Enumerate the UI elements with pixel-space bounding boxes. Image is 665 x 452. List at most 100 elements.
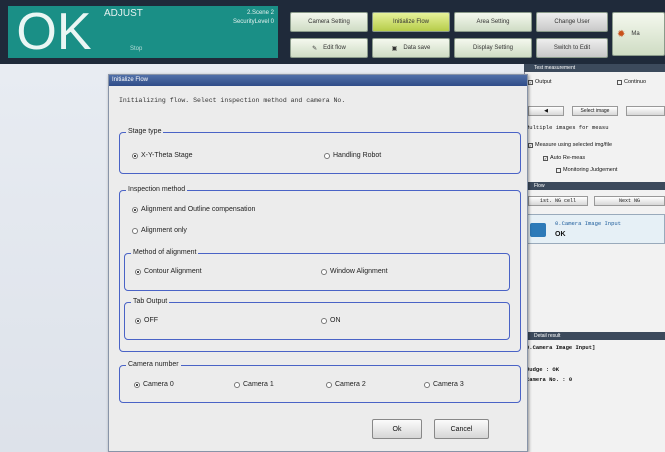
measure-selected-label: Measure using selected img/file xyxy=(535,142,613,148)
camera-number-label: Camera number xyxy=(126,361,181,368)
camera2-radio[interactable]: Camera 2 xyxy=(326,381,366,388)
stage-robot-label: Handling Robot xyxy=(333,152,382,159)
flow-tab-first-ng[interactable]: 1st. NG cell xyxy=(528,196,588,206)
prev-image-button[interactable]: ◀ xyxy=(528,106,564,116)
initialize-flow-dialog: Initialize Flow Initializing flow. Selec… xyxy=(108,74,528,452)
area-setting-button[interactable]: Area Setting xyxy=(454,12,532,32)
dialog-title: Initialize Flow xyxy=(109,75,527,86)
radio-icon xyxy=(321,317,327,324)
window-alignment-radio[interactable]: Window Alignment xyxy=(321,268,388,275)
output-label: Output xyxy=(535,79,552,85)
flow-tab-next-ng[interactable]: Next NG xyxy=(594,196,665,206)
measure-selected-checkbox[interactable]: ✓ Measure using selected img/file xyxy=(528,142,612,148)
data-save-button[interactable]: ▣ Data save xyxy=(372,38,450,58)
radio-icon xyxy=(324,152,330,159)
mode-label: ADJUST xyxy=(104,8,143,19)
camera2-label: Camera 2 xyxy=(335,381,366,388)
camera0-label: Camera 0 xyxy=(143,381,174,388)
auto-remeas-label: Auto Re-meas xyxy=(550,155,586,161)
detail-judge: Judge : OK xyxy=(526,366,560,373)
camera3-label: Camera 3 xyxy=(433,381,464,388)
tab-output-label: Tab Output xyxy=(131,298,170,305)
inspection-method-group: Inspection method Alignment and Outline … xyxy=(119,186,521,352)
camera1-radio[interactable]: Camera 1 xyxy=(234,381,274,388)
inspection-method-label: Inspection method xyxy=(126,186,188,193)
window-alignment-label: Window Alignment xyxy=(330,268,388,275)
continuous-label: Continuo xyxy=(624,79,647,85)
flow-item-title: 0.Camera Image Input xyxy=(555,220,622,227)
radio-selected-icon xyxy=(132,152,138,159)
arrow-left-icon: ◀ xyxy=(544,108,548,114)
scene-label: 2.Scene 2 xyxy=(246,10,274,16)
main-menu-label: Ma xyxy=(631,31,640,37)
save-icon: ▣ xyxy=(391,45,398,52)
flow-item[interactable]: 0.Camera Image Input OK xyxy=(526,214,665,244)
select-image-button[interactable]: Select image xyxy=(572,106,618,116)
radio-icon xyxy=(321,268,327,275)
camera-setting-button[interactable]: Camera Setting xyxy=(290,12,368,32)
mode-info-panel: ADJUST 2.Scene 2 SecurityLevel 0 Stop xyxy=(100,6,278,58)
ok-button[interactable]: Ok xyxy=(372,419,422,439)
radio-selected-icon xyxy=(134,381,140,388)
stage-xytheta-label: X-Y-Theta Stage xyxy=(141,152,193,159)
detail-title: 0.Camera Image Input] xyxy=(526,344,596,351)
change-user-button[interactable]: Change User xyxy=(536,12,608,32)
tab-output-group: Tab Output OFF ON xyxy=(124,298,510,340)
security-level-label: SecurityLevel 0 xyxy=(232,19,274,25)
radio-selected-icon xyxy=(135,268,141,275)
main-menu-button[interactable]: ✹ Ma xyxy=(612,12,665,56)
tab-off-radio[interactable]: OFF xyxy=(135,317,158,324)
edit-flow-label: Edit flow xyxy=(323,45,346,51)
radio-selected-icon xyxy=(135,317,141,324)
radio-icon xyxy=(326,381,332,388)
flow-item-value: OK xyxy=(555,231,566,238)
stage-robot-radio[interactable]: Handling Robot xyxy=(324,152,381,159)
detail-result-header: Detail result xyxy=(524,332,665,340)
inspection-align-only-radio[interactable]: Alignment only xyxy=(132,227,187,234)
tab-off-label: OFF xyxy=(144,317,158,324)
tab-on-label: ON xyxy=(330,317,341,324)
stage-type-group: Stage type X-Y-Theta Stage Handling Robo… xyxy=(119,128,521,174)
detail-camera: Camera No. : 0 xyxy=(526,376,573,383)
switch-to-edit-button[interactable]: Switch to Edit xyxy=(536,38,608,58)
alignment-method-group: Method of alignment Contour Alignment Wi… xyxy=(124,249,510,291)
contour-alignment-radio[interactable]: Contour Alignment xyxy=(135,268,202,275)
camera1-label: Camera 1 xyxy=(243,381,274,388)
stage-type-label: Stage type xyxy=(126,128,164,135)
data-save-label: Data save xyxy=(403,45,431,51)
stage-xytheta-radio[interactable]: X-Y-Theta Stage xyxy=(132,152,193,159)
camera0-radio[interactable]: Camera 0 xyxy=(134,381,174,388)
gear-icon: ✹ xyxy=(617,28,626,40)
camera3-radio[interactable]: Camera 3 xyxy=(424,381,464,388)
multiple-images-text: Multiple images for measu xyxy=(526,124,609,131)
radio-icon xyxy=(234,381,240,388)
monitoring-label: Monitoring Judgement xyxy=(563,167,618,173)
next-image-button[interactable] xyxy=(626,106,665,116)
initialize-flow-button[interactable]: Initialize Flow xyxy=(372,12,450,32)
alignment-method-label: Method of alignment xyxy=(131,249,199,256)
right-side-panel xyxy=(524,64,665,452)
contour-alignment-label: Contour Alignment xyxy=(144,268,202,275)
display-setting-button[interactable]: Display Setting xyxy=(454,38,532,58)
edit-flow-button[interactable]: ✎ Edit flow xyxy=(290,38,368,58)
radio-selected-icon xyxy=(132,206,138,213)
camera-icon xyxy=(530,223,546,237)
flow-header: Flow xyxy=(524,182,665,190)
test-measurement-header: Test measurement xyxy=(524,64,665,72)
run-status-label: Stop xyxy=(130,46,143,52)
inspection-align-outline-radio[interactable]: Alignment and Outline compensation xyxy=(132,206,255,213)
inspection-align-only-label: Alignment only xyxy=(141,227,187,234)
camera-number-group: Camera number Camera 0 Camera 1 Camera 2… xyxy=(119,361,521,403)
radio-icon xyxy=(424,381,430,388)
radio-icon xyxy=(132,227,138,234)
inspection-align-outline-label: Alignment and Outline compensation xyxy=(141,206,256,213)
continuous-checkbox[interactable]: Continuo xyxy=(617,79,646,85)
monitoring-checkbox[interactable]: Monitoring Judgement xyxy=(556,167,617,173)
judgement-display: OK xyxy=(8,6,100,58)
output-checkbox[interactable]: ✓ Output xyxy=(528,79,552,85)
dialog-instruction: Initializing flow. Select inspection met… xyxy=(119,97,346,104)
pencil-icon: ✎ xyxy=(312,45,318,52)
auto-remeas-checkbox[interactable]: ✓ Auto Re-meas xyxy=(543,155,585,161)
tab-on-radio[interactable]: ON xyxy=(321,317,341,324)
cancel-button[interactable]: Cancel xyxy=(434,419,489,439)
